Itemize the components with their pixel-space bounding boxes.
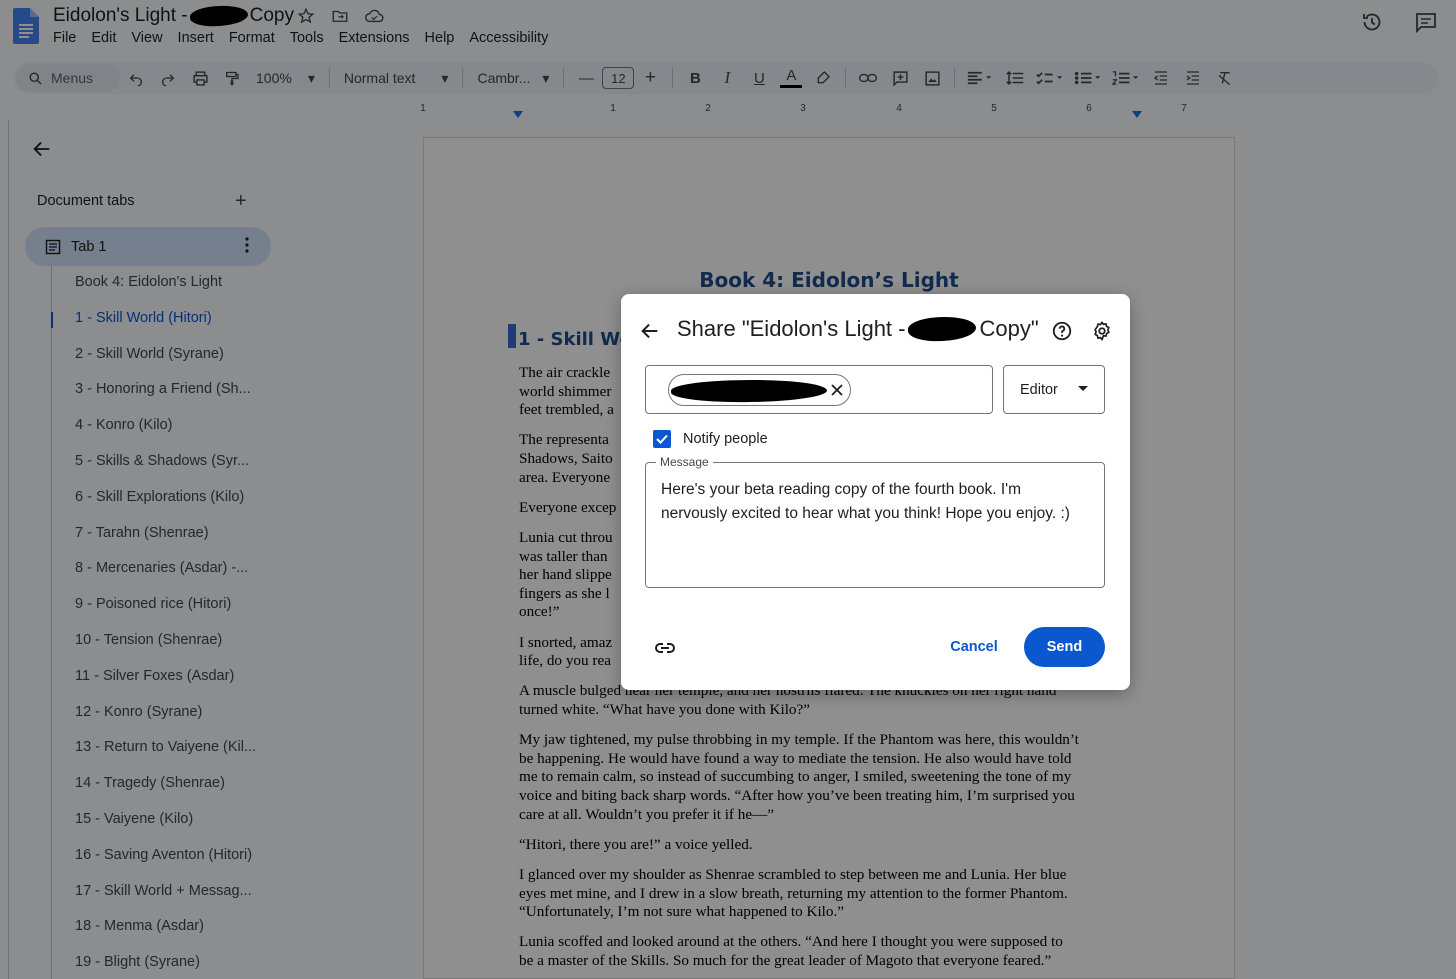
notify-label: Notify people [683, 431, 768, 447]
message-label: Message [656, 455, 713, 469]
help-icon[interactable] [1051, 320, 1073, 342]
share-title-prefix: Share "Eidolon's Light - [677, 316, 906, 341]
add-people-input[interactable] [645, 365, 993, 414]
close-icon[interactable] [828, 381, 846, 399]
gear-icon[interactable] [1091, 320, 1113, 342]
send-button[interactable]: Send [1024, 627, 1105, 667]
caret-down-icon [1078, 386, 1088, 391]
back-arrow-icon[interactable] [639, 320, 661, 342]
redacted-recipient [670, 378, 828, 404]
share-title-suffix: Copy" [979, 316, 1039, 341]
role-select[interactable]: Editor [1003, 365, 1105, 414]
check-icon [656, 434, 668, 444]
message-text: Here's your beta reading copy of the fou… [661, 481, 1070, 522]
cancel-button[interactable]: Cancel [937, 627, 1011, 667]
copy-link-icon[interactable] [653, 636, 677, 660]
share-dialog-title: Share "Eidolon's Light - Copy" [677, 315, 1039, 343]
notify-people-option[interactable]: Notify people [653, 430, 768, 448]
notify-checkbox[interactable] [653, 430, 671, 448]
recipient-chip[interactable] [668, 374, 851, 406]
role-value: Editor [1020, 381, 1058, 398]
message-textarea[interactable]: Message Here's your beta reading copy of… [645, 455, 1105, 588]
redaction-scribble [907, 315, 978, 343]
share-dialog: Share "Eidolon's Light - Copy" Editor No… [621, 294, 1130, 690]
